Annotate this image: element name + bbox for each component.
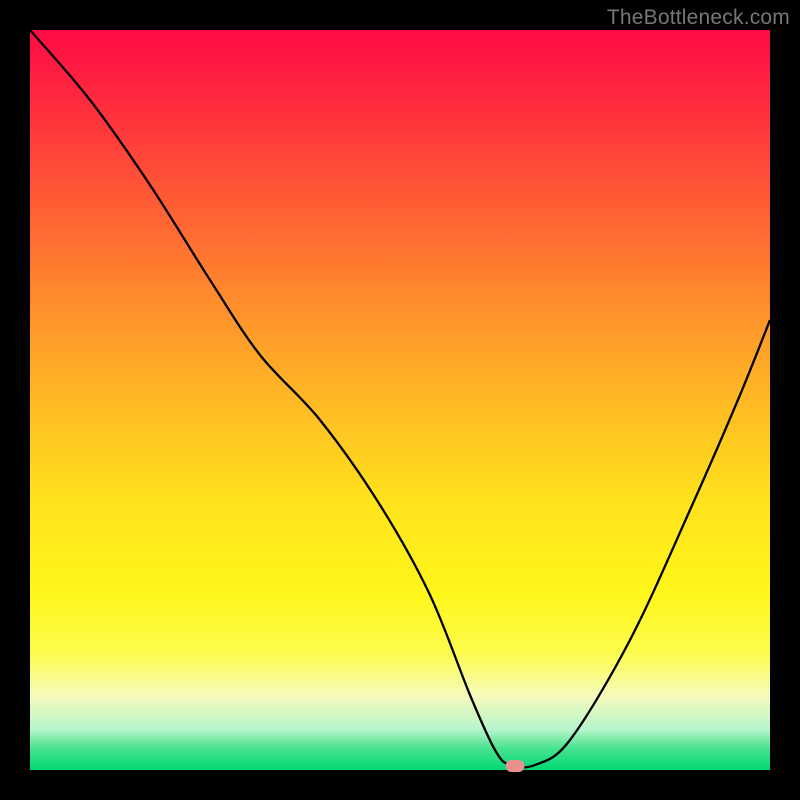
curve-path bbox=[30, 30, 770, 768]
plot-area bbox=[30, 30, 770, 770]
optimal-point-marker bbox=[506, 760, 525, 772]
bottleneck-curve bbox=[30, 30, 770, 770]
watermark-text: TheBottleneck.com bbox=[607, 6, 790, 30]
chart-frame: TheBottleneck.com bbox=[0, 0, 800, 800]
